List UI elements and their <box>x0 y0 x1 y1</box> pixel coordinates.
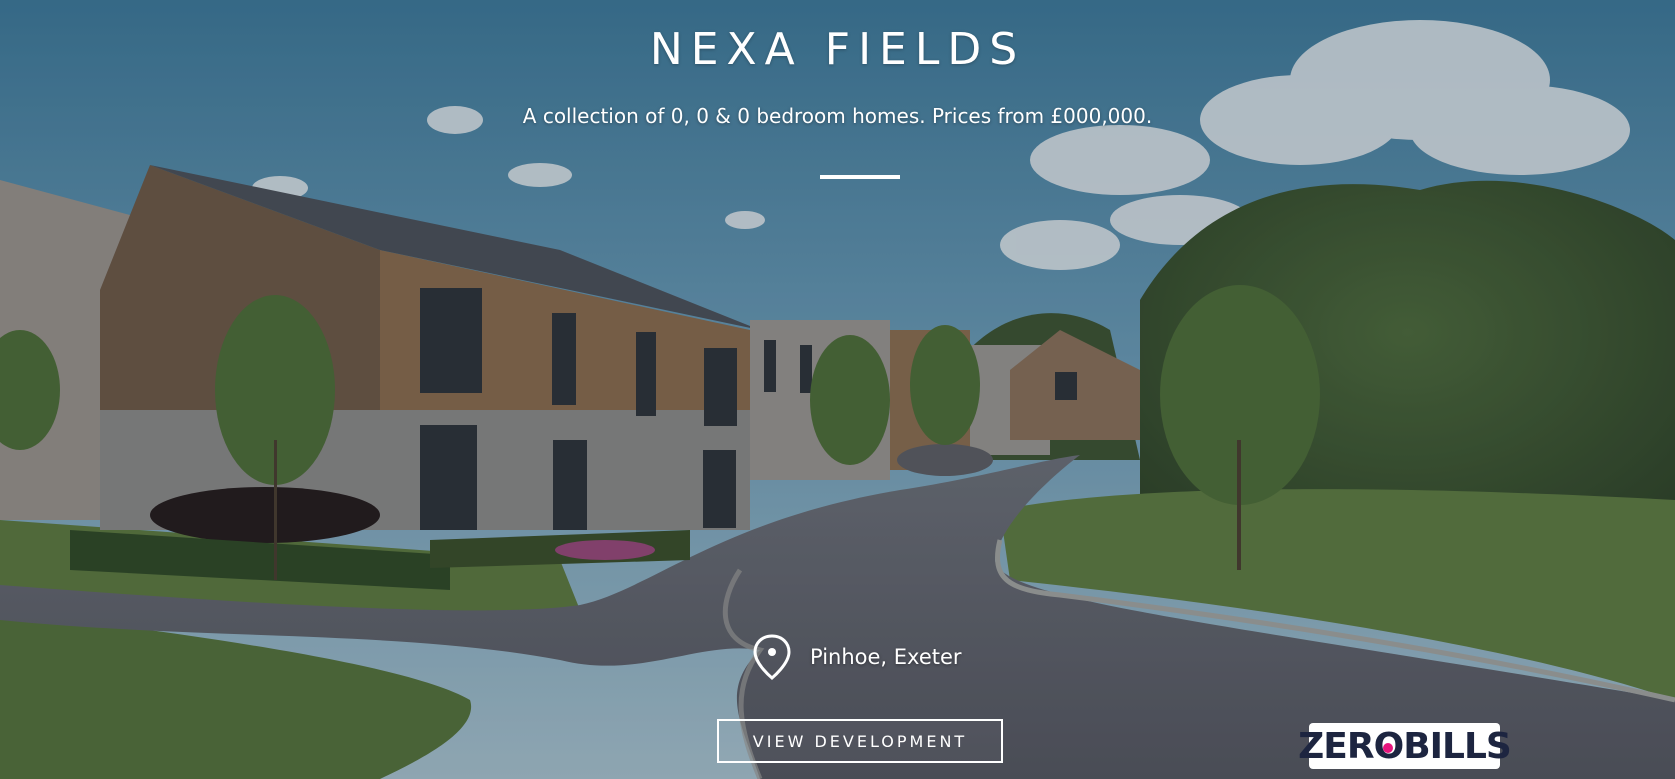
zero-bills-logo-o: O <box>1373 725 1405 767</box>
development-location: Pinhoe, Exeter <box>752 632 962 682</box>
location-text: Pinhoe, Exeter <box>810 645 962 669</box>
map-pin-icon <box>753 634 791 680</box>
development-title: NEXA FIELDS <box>649 24 1026 75</box>
zero-bills-logo: ZER O BILLS <box>1298 723 1512 769</box>
view-development-button[interactable]: VIEW DEVELOPMENT <box>717 719 1003 763</box>
zero-bills-logo-text-2: BILLS <box>1403 725 1512 767</box>
zero-bills-logo-text-1: ZER <box>1298 725 1374 767</box>
development-subtitle: A collection of 0, 0 & 0 bedroom homes. … <box>522 104 1153 128</box>
title-divider <box>820 175 900 179</box>
hero-banner: NEXA FIELDS A collection of 0, 0 & 0 bed… <box>0 0 1675 779</box>
